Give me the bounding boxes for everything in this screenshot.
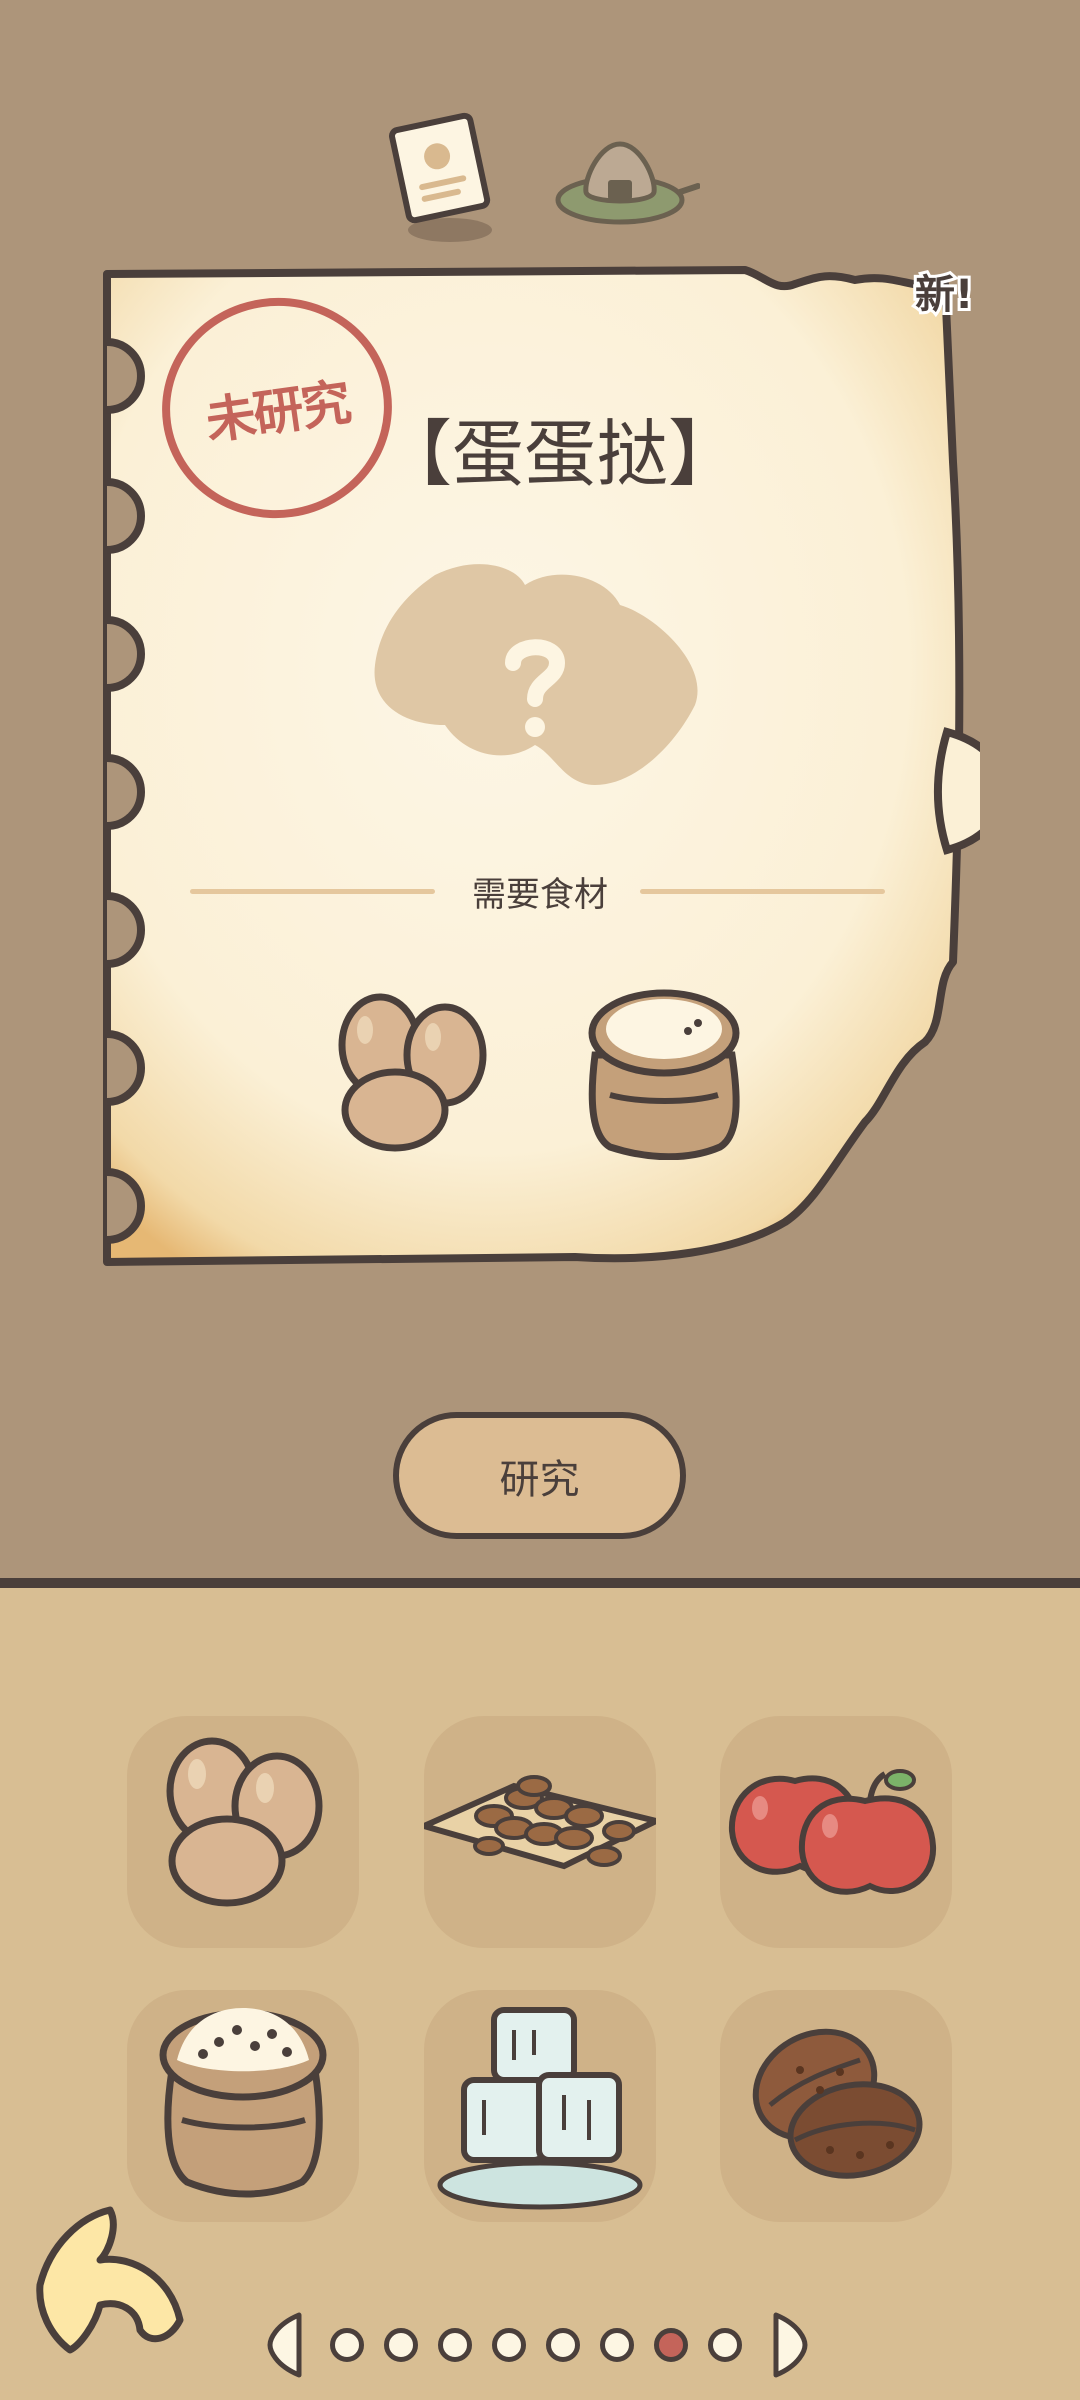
ingredients-header: 需要食材: [190, 865, 890, 915]
page-indicator: [265, 2310, 815, 2380]
stamp-text: 未研究: [202, 372, 353, 451]
pantry-slot-ice[interactable]: [424, 1990, 656, 2222]
research-button[interactable]: 研究: [393, 1412, 686, 1539]
page-dot-7-active[interactable]: [654, 2328, 688, 2362]
page-dot-2[interactable]: [384, 2328, 418, 2362]
almonds-icon: [424, 1775, 656, 1870]
flour-sack-icon: [159, 2008, 327, 2198]
prev-page-arrow-icon[interactable]: [265, 2310, 305, 2380]
ice-cubes-icon: [437, 2007, 643, 2210]
recipe-title: 【蛋蛋挞】: [380, 412, 741, 496]
question-blob-icon: [365, 555, 705, 799]
page-dot-5[interactable]: [546, 2328, 580, 2362]
onigiri-plate-icon[interactable]: [550, 130, 701, 244]
egg-icon: [166, 1737, 323, 1907]
next-page-arrow-icon[interactable]: [770, 2310, 810, 2380]
apples-icon: [728, 1769, 937, 1895]
divider-line-left: [190, 889, 435, 894]
section-divider: [0, 1578, 1080, 1588]
recipe-note-icon[interactable]: [380, 110, 500, 254]
new-badge: 新!: [912, 269, 976, 321]
recipe-panel: 新! 未研究 【蛋蛋挞】 需要食材 研究: [0, 0, 1080, 1580]
pantry-slot-coffee-beans[interactable]: [720, 1990, 952, 2222]
pantry-slot-flour[interactable]: [127, 1990, 359, 2222]
coffee-beans-icon: [752, 2028, 923, 2179]
required-flour-sack-icon: [570, 985, 755, 1164]
pantry-slot-apples[interactable]: [720, 1716, 952, 1948]
page-dot-1[interactable]: [330, 2328, 364, 2362]
pantry-slot-egg[interactable]: [127, 1716, 359, 1948]
ingredients-label: 需要食材: [472, 875, 608, 915]
page-dot-4[interactable]: [492, 2328, 526, 2362]
divider-line-right: [640, 889, 885, 894]
pantry-slot-almonds[interactable]: [424, 1716, 656, 1948]
page-dot-8[interactable]: [708, 2328, 742, 2362]
pantry-panel: [0, 1588, 1080, 2400]
top-tabs: [380, 110, 720, 250]
required-egg-icon: [325, 985, 500, 1164]
page-dot-3[interactable]: [438, 2328, 472, 2362]
back-arrow-icon[interactable]: [30, 2205, 190, 2359]
page-dot-6[interactable]: [600, 2328, 634, 2362]
